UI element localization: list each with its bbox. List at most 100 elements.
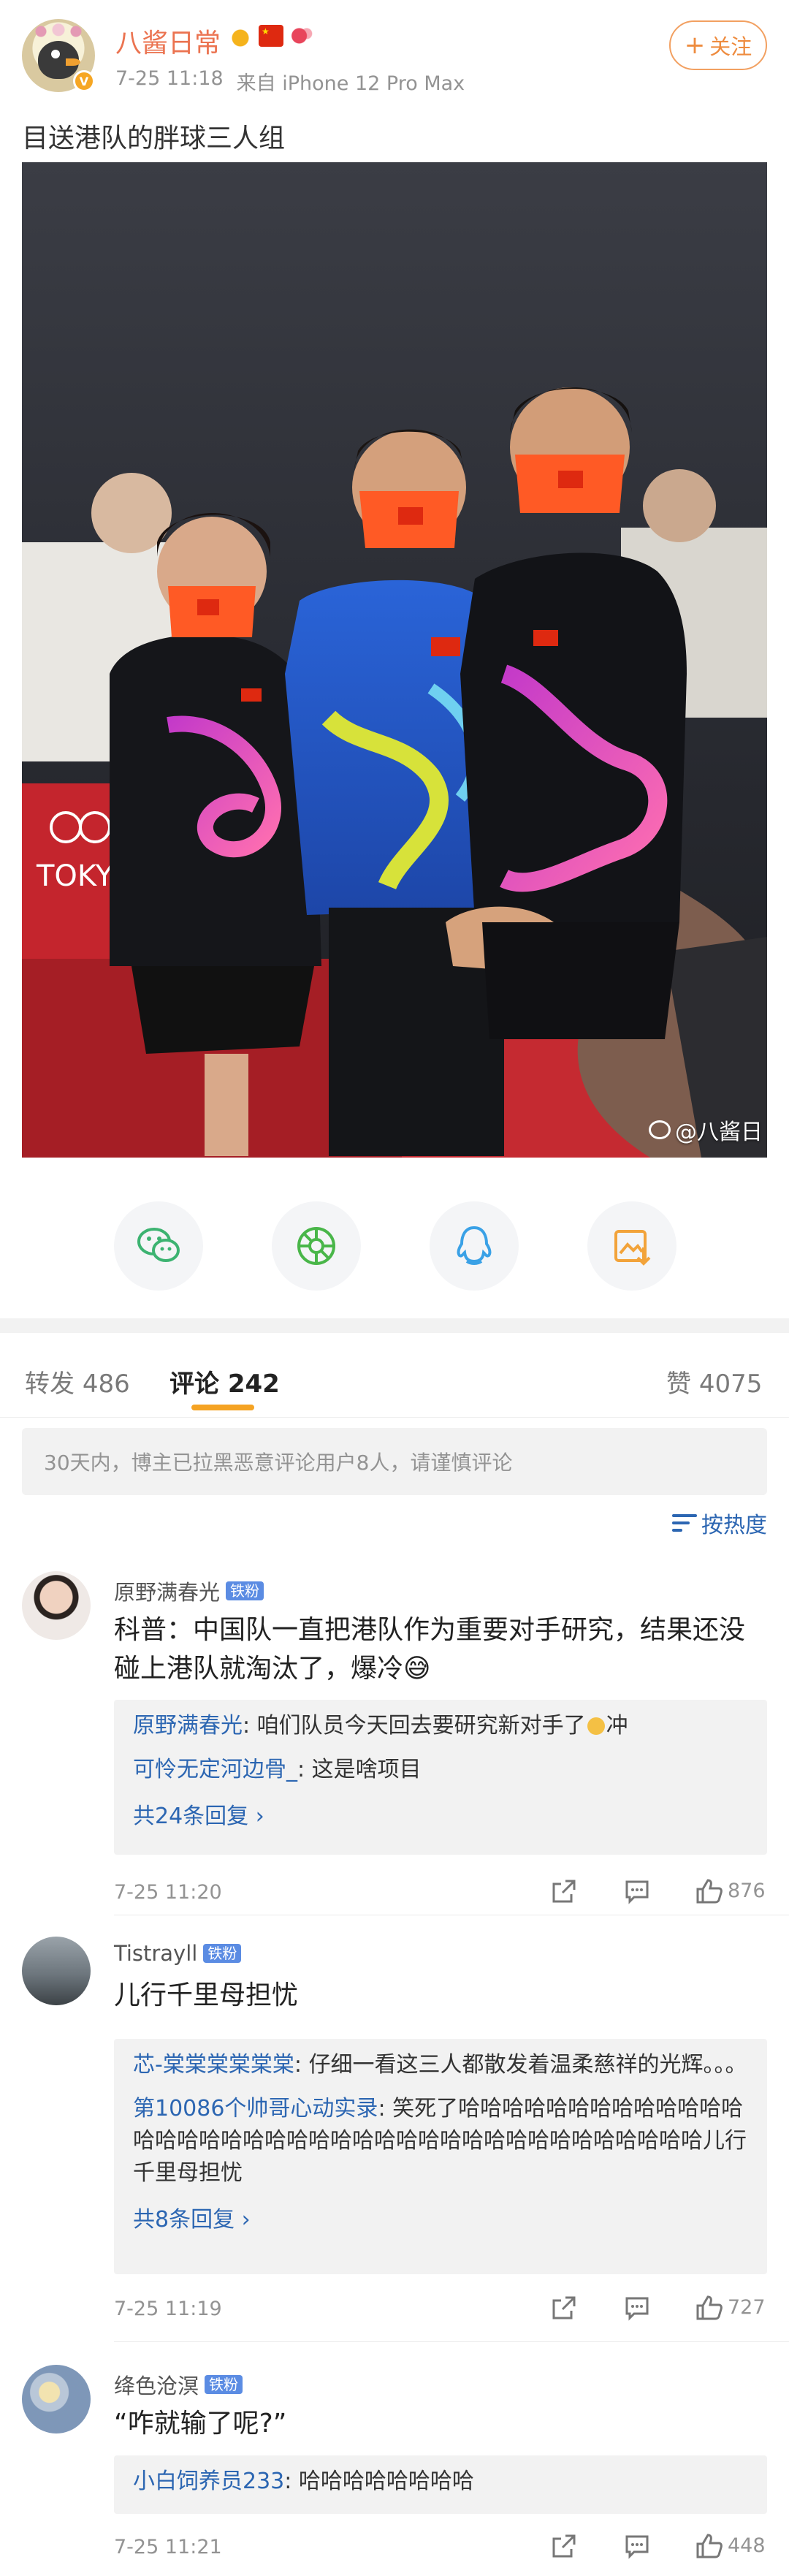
like-icon[interactable] [695,1878,723,1904]
photo-watermark: @八酱日 [649,1114,763,1146]
gift-icon [289,25,314,47]
watermark-text: @八酱日 [675,1120,763,1145]
reply-icon[interactable] [624,2533,650,2559]
commenter-avatar[interactable] [22,1571,91,1640]
commenter-name-row: Tistrayll 铁粉 [114,1941,242,1966]
follow-label: 关注 [709,34,752,59]
chevron-right-icon: › [241,2207,251,2233]
tab-comments[interactable]: 评论 242 [169,1364,280,1399]
reply-box[interactable]: 小白饲养员233: 哈哈哈哈哈哈哈哈 [114,2455,767,2514]
reply-line: 芯-棠棠棠棠棠棠: 仔细一看这三人都散发着温柔慈祥的光辉。。。 [133,2049,748,2081]
save-image-icon [614,1230,651,1266]
reply-line: 第10086个帅哥心动实录: 笑死了哈哈哈哈哈哈哈哈哈哈哈哈哈哈哈哈哈哈哈哈哈哈… [133,2093,748,2189]
share-wechat-button[interactable] [114,1201,203,1291]
reply-line: 可怜无定河边骨_: 这是啥项目 [133,1754,748,1786]
section-divider [0,1318,789,1333]
reply-text: : 这是啥项目 [297,1757,422,1782]
reply-text: : 仔细一看这三人都散发着温柔慈祥的光辉。。。 [294,2052,747,2078]
post-photo[interactable]: TOKY @八酱日 [22,162,767,1158]
reply-author[interactable]: 小白饲养员233 [133,2469,284,2494]
fist-emoji-icon [587,1717,605,1735]
commenter-name[interactable]: 绛色沧溟 [114,2369,199,2400]
crown-icon [228,25,253,47]
reply-text: : 咱们队员今天回去要研究新对手了 [243,1713,586,1739]
plus-icon: + [684,31,706,60]
fans-badge: 铁粉 [203,1944,242,1963]
reply-line: 原野满春光: 咱们队员今天回去要研究新对手了冲 [133,1710,748,1742]
tab-comments-label: 评论 [169,1369,219,1399]
like-icon[interactable] [695,2533,723,2559]
share-icon[interactable] [551,2295,577,2321]
fans-badge: 铁粉 [205,2375,243,2394]
reply-suffix: 冲 [606,1713,628,1739]
comment-time: 7-25 11:20 [114,1881,222,1904]
share-icon[interactable] [551,1878,577,1904]
comment-text: “咋就输了呢?” [114,2409,287,2439]
avatar-flowers [29,23,88,39]
commenter-name[interactable]: Tistrayll [114,1941,197,1966]
commenter-avatar[interactable] [22,2365,91,2433]
share-icon[interactable] [551,2533,577,2559]
author-badges [228,25,314,47]
tab-reposts-label: 转发 [25,1369,75,1399]
more-replies-link[interactable]: 共8条回复 › [133,2201,748,2233]
share-moments-button[interactable] [272,1201,361,1291]
post-source: 来自 iPhone 12 Pro Max [236,72,465,95]
wechat-icon [137,1228,180,1262]
comment-actions: 727 [551,2295,770,2324]
chevron-right-icon: › [255,1804,264,1829]
tab-reposts-count: 486 [82,1369,130,1399]
like-count: 876 [728,1880,766,1902]
like-icon[interactable] [695,2295,723,2321]
commenter-avatar[interactable] [22,1937,91,2005]
reply-box[interactable]: 芯-棠棠棠棠棠棠: 仔细一看这三人都散发着温柔慈祥的光辉。。。 第10086个帅… [114,2039,767,2274]
fans-badge: 铁粉 [226,1581,264,1600]
china-flag-icon [259,25,283,47]
reply-author[interactable]: 芯-棠棠棠棠棠棠 [133,2052,294,2078]
reply-author[interactable]: 原野满春光 [133,1713,243,1739]
reply-box[interactable]: 原野满春光: 咱们队员今天回去要研究新对手了冲 可怜无定河边骨_: 这是啥项目 … [114,1700,767,1855]
reply-icon[interactable] [624,1878,650,1904]
comment-actions: 448 [551,2533,770,2562]
comment-text: 儿行千里母担忧 [114,1980,299,2010]
like-count: 727 [728,2296,766,2319]
active-tab-indicator [191,1405,254,1410]
tab-reposts[interactable]: 转发 486 [25,1364,130,1399]
tab-likes[interactable]: 赞 4075 [666,1364,762,1399]
comment-time: 7-25 11:21 [114,2536,222,2558]
comment-divider [114,2341,789,2342]
reply-line: 小白饲养员233: 哈哈哈哈哈哈哈哈 [133,2466,748,2498]
tab-likes-label: 赞 [666,1369,691,1399]
comment-actions: 876 [551,1878,770,1907]
sort-icon [672,1513,697,1532]
commenter-name-row: 绛色沧溟 铁粉 [114,2369,243,2400]
more-replies-link[interactable]: 共24条回复 › [133,1798,748,1830]
save-image-button[interactable] [587,1201,676,1291]
comment-notice: 30天内，博主已拉黑恶意评论用户8人，请谨慎评论 [22,1428,767,1495]
avatar-beak [66,58,80,66]
commenter-name-row: 原野满春光 铁粉 [114,1576,264,1606]
reply-icon[interactable] [624,2295,650,2321]
comment-time: 7-25 11:19 [114,2298,222,2320]
post-time: 7-25 11:18 [115,67,224,90]
post-text: 目送港队的胖球三人组 [22,124,286,153]
reply-author[interactable]: 第10086个帅哥心动实录 [133,2096,378,2121]
sort-by-heat-button[interactable]: 按热度 [672,1507,767,1539]
photo-illustration: TOKY [22,162,767,1158]
weibo-logo-icon [649,1120,671,1139]
tab-likes-count: 4075 [698,1369,763,1399]
tab-bar: 转发 486 评论 242 赞 4075 [0,1333,789,1418]
post-meta: 7-25 11:18 来自 iPhone 12 Pro Max [115,67,465,96]
author-name[interactable]: 八酱日常 [115,22,221,60]
follow-button[interactable]: + 关注 [669,20,767,70]
share-qq-button[interactable] [430,1201,519,1291]
like-count: 448 [728,2534,766,2557]
more-replies-label: 共8条回复 [133,2207,235,2233]
comment-text: 科普：中国队一直把港队作为重要对手研究，结果还没碰上港队就淘汰了，爆冷😅 [114,1615,746,1684]
commenter-name[interactable]: 原野满春光 [114,1576,220,1606]
reply-author[interactable]: 可怜无定河边骨_ [133,1757,297,1782]
sort-label: 按热度 [701,1513,767,1538]
avatar-eye [51,50,60,58]
reply-text: : 哈哈哈哈哈哈哈哈 [284,2469,474,2494]
svg-text:TOKY: TOKY [36,859,114,893]
